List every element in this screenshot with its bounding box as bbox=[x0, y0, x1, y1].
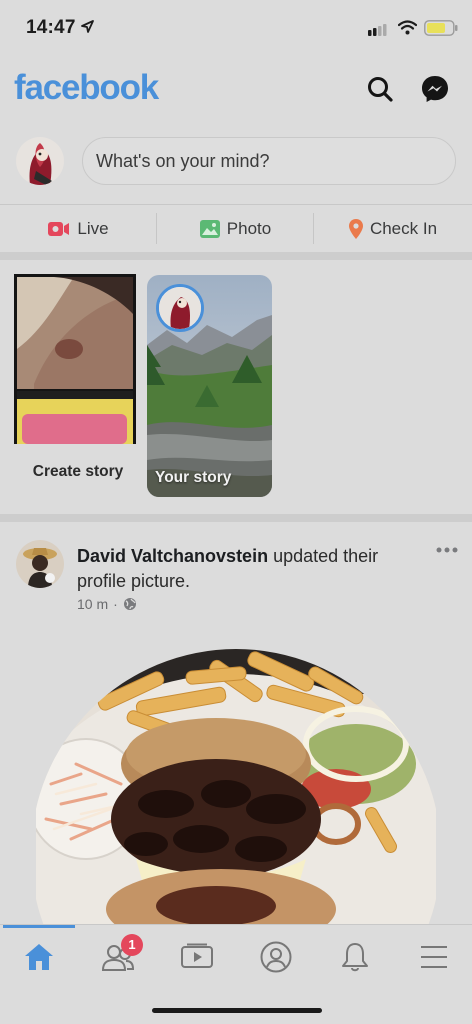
composer-actions: Live Photo Check In bbox=[0, 204, 472, 252]
globe-icon bbox=[123, 598, 136, 610]
live-label: Live bbox=[77, 218, 109, 238]
create-story-photo bbox=[14, 274, 136, 444]
messenger-icon[interactable] bbox=[416, 70, 454, 108]
live-button[interactable]: Live bbox=[0, 205, 157, 252]
wifi-icon bbox=[398, 20, 417, 35]
check-in-button[interactable]: Check In bbox=[314, 205, 472, 252]
photo-label: Photo bbox=[226, 218, 272, 238]
feed-post: David Valtchanovstein updated their prof… bbox=[0, 522, 472, 934]
check-in-label: Check In bbox=[369, 218, 438, 238]
create-story-label: Create story bbox=[32, 463, 124, 480]
create-story-card[interactable]: Create story bbox=[14, 274, 136, 496]
profile-icon bbox=[260, 941, 292, 973]
post-author-name[interactable]: David Valtchanovstein bbox=[77, 546, 268, 566]
watch-video-icon bbox=[181, 943, 213, 968]
tab-home[interactable] bbox=[9, 933, 69, 981]
post-composer: What's on your mind? bbox=[0, 120, 472, 204]
more-options-icon[interactable] bbox=[432, 540, 462, 560]
post-profile-picture[interactable] bbox=[36, 644, 436, 934]
location-arrow-icon bbox=[81, 20, 94, 33]
tab-watch[interactable] bbox=[167, 933, 227, 981]
photo-button[interactable]: Photo bbox=[157, 205, 314, 252]
tab-profile[interactable] bbox=[246, 933, 306, 981]
bell-icon bbox=[342, 943, 368, 972]
status-time: 14:47 bbox=[26, 17, 76, 38]
hamburger-menu-icon bbox=[421, 946, 447, 968]
post-header-text: David Valtchanovstein updated their prof… bbox=[77, 544, 417, 594]
composer-placeholder: What's on your mind? bbox=[96, 151, 270, 171]
section-divider bbox=[0, 514, 472, 522]
your-story-label: Your story bbox=[155, 469, 232, 486]
meta-separator: · bbox=[113, 596, 118, 612]
tab-notifications[interactable] bbox=[325, 933, 385, 981]
cellular-signal-icon bbox=[368, 24, 387, 36]
post-meta: 10 m · bbox=[77, 596, 137, 612]
home-indicator[interactable] bbox=[152, 1008, 322, 1013]
post-author-avatar[interactable] bbox=[16, 540, 64, 588]
your-story-card[interactable]: Your story bbox=[147, 275, 272, 497]
post-timestamp[interactable]: 10 m bbox=[77, 596, 108, 612]
location-pin-icon bbox=[348, 218, 363, 239]
top-header: facebook bbox=[0, 58, 472, 120]
live-video-icon bbox=[48, 221, 70, 236]
section-divider bbox=[0, 252, 472, 260]
friends-notification-badge: 1 bbox=[121, 934, 143, 956]
photo-icon bbox=[199, 219, 220, 238]
user-avatar[interactable] bbox=[16, 137, 64, 185]
home-icon bbox=[25, 944, 53, 970]
tab-menu[interactable] bbox=[404, 933, 464, 981]
battery-icon bbox=[424, 20, 458, 36]
avatar-photo bbox=[16, 137, 64, 185]
facebook-logo: facebook bbox=[14, 68, 159, 107]
your-story-avatar bbox=[156, 284, 204, 332]
search-icon[interactable] bbox=[361, 70, 399, 108]
stories-tray: Create story Your story bbox=[0, 260, 472, 514]
status-bar: 14:47 bbox=[0, 0, 472, 58]
active-tab-indicator bbox=[3, 925, 75, 928]
